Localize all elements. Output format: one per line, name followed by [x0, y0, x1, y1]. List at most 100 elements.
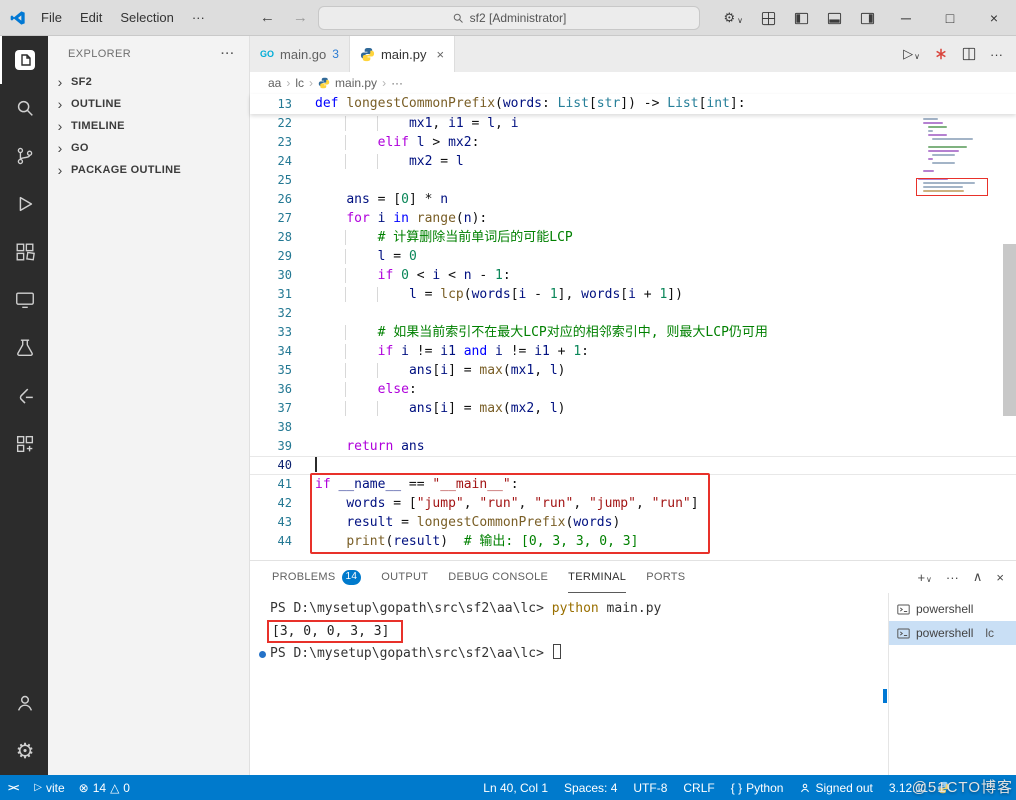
breadcrumb-item[interactable]: main.py	[335, 76, 377, 90]
code-line[interactable]: 30 if 0 < i < n - 1:	[250, 266, 1016, 285]
toggle-secondary-sidebar-button[interactable]	[851, 11, 884, 26]
sidebar-section-outline[interactable]: › OUTLINE	[48, 93, 249, 115]
activity-explorer[interactable]	[0, 36, 48, 84]
new-terminal-button[interactable]: + ∨	[911, 570, 937, 585]
code-token: (	[456, 211, 464, 226]
terminal-line[interactable]: [3, 0, 0, 3, 3]	[270, 619, 888, 644]
problems-status[interactable]: ⊗ 14 △ 0	[72, 775, 137, 800]
split-editor-button[interactable]	[957, 47, 981, 61]
terminal-line[interactable]: PS D:\mysetup\gopath\src\sf2\aa\lc>	[270, 644, 888, 664]
code-line[interactable]: 32	[250, 304, 1016, 323]
code-runner-button[interactable]	[929, 47, 953, 61]
code-line[interactable]: 25	[250, 171, 1016, 190]
menu-more[interactable]: ···	[183, 0, 214, 36]
activity-settings[interactable]: ⚙	[0, 727, 48, 775]
code-line[interactable]: 31 l = lcp(words[i - 1], words[i + 1])	[250, 285, 1016, 304]
code-line[interactable]: 29 l = 0	[250, 247, 1016, 266]
panel-more-button[interactable]: ···	[940, 570, 965, 585]
menu-selection[interactable]: Selection	[111, 0, 182, 36]
more-actions-icon[interactable]: ···	[221, 48, 235, 60]
code-token	[409, 211, 417, 226]
eol-status[interactable]: CRLF	[676, 775, 721, 800]
code-line[interactable]: 34 if i != i1 and i != i1 + 1:	[250, 342, 1016, 361]
activity-account[interactable]	[0, 679, 48, 727]
sticky-scroll-line[interactable]: 13 def longestCommonPrefix(words: List[s…	[250, 94, 1016, 114]
terminal-line[interactable]: PS D:\mysetup\gopath\src\sf2\aa\lc> pyth…	[270, 599, 888, 619]
command-center-search[interactable]: sf2 [Administrator]	[318, 6, 700, 30]
code-line[interactable]: 33 # 如果当前索引不在最大LCP对应的相邻索引中, 则最大LCP仍可用	[250, 323, 1016, 342]
toggle-sidebar-button[interactable]	[785, 11, 818, 26]
back-icon[interactable]: ←	[260, 9, 275, 26]
breadcrumb-item[interactable]: aa	[268, 76, 281, 90]
forward-icon[interactable]: →	[293, 9, 308, 26]
activity-search[interactable]	[0, 84, 48, 132]
code-line[interactable]: 26 ans = [0] * n	[250, 190, 1016, 209]
panel-tab-terminal[interactable]: TERMINAL	[568, 561, 626, 593]
cursor-position-status[interactable]: Ln 40, Col 1	[476, 775, 555, 800]
code-line[interactable]: 23 elif l > mx2:	[250, 133, 1016, 152]
code-line[interactable]: 38	[250, 418, 1016, 437]
indent	[315, 192, 346, 207]
sidebar-section-package-outline[interactable]: › PACKAGE OUTLINE	[48, 159, 249, 181]
terminal-instance-selected[interactable]: powershell lc	[889, 621, 1016, 645]
code-token	[487, 344, 495, 359]
panel-tab-debug-console[interactable]: DEBUG CONSOLE	[448, 561, 548, 593]
tools-dropdown-button[interactable]: ⚙ ∨	[714, 10, 752, 26]
code-line[interactable]: 24 mx2 = l	[250, 152, 1016, 171]
code-area[interactable]: 22 mx1, i1 = l, i23 elif l > mx2:24 mx2 …	[250, 114, 1016, 560]
close-panel-button[interactable]: ×	[990, 570, 1010, 585]
activity-run-debug[interactable]	[0, 180, 48, 228]
panel-tab-label: DEBUG CONSOLE	[448, 561, 548, 593]
breadcrumb-item[interactable]: lc	[295, 76, 304, 90]
code-line[interactable]: 27 for i in range(n):	[250, 209, 1016, 228]
tab-main-go[interactable]: GO main.go 3	[250, 36, 350, 72]
close-window-button[interactable]: ×	[972, 0, 1016, 36]
terminal-instance[interactable]: powershell	[889, 597, 1016, 621]
remote-indicator[interactable]: ><	[0, 775, 27, 800]
command-decoration-dot[interactable]	[259, 651, 266, 658]
activity-source-control[interactable]	[0, 132, 48, 180]
activity-testing[interactable]	[0, 324, 48, 372]
activity-snippets[interactable]	[0, 420, 48, 468]
sidebar-section-sf2[interactable]: › SF2	[48, 71, 249, 93]
panel-tab-ports[interactable]: PORTS	[646, 561, 685, 593]
breadcrumb-item[interactable]: ···	[391, 76, 403, 90]
menu-file[interactable]: File	[32, 0, 71, 36]
terminal-output[interactable]: PS D:\mysetup\gopath\src\sf2\aa\lc> pyth…	[250, 593, 888, 775]
activity-leetcode[interactable]	[0, 372, 48, 420]
code-line[interactable]: 37 ans[i] = max(mx2, l)	[250, 399, 1016, 418]
close-icon[interactable]: ×	[436, 47, 444, 62]
account-status[interactable]: Signed out	[792, 775, 879, 800]
vite-task-status[interactable]: ▷ vite	[27, 775, 71, 800]
code-token: ans	[409, 401, 432, 416]
panel-tab-problems[interactable]: PROBLEMS 14	[272, 561, 361, 593]
editor-scrollbar-thumb[interactable]	[1003, 244, 1016, 416]
activity-extensions[interactable]	[0, 228, 48, 276]
minimap[interactable]	[918, 114, 1002, 194]
maximize-panel-button[interactable]: ∧	[967, 569, 989, 585]
run-python-button[interactable]: ▷ ∨	[898, 46, 925, 62]
indentation-status[interactable]: Spaces: 4	[557, 775, 624, 800]
panel-tab-output[interactable]: OUTPUT	[381, 561, 428, 593]
more-actions-button[interactable]: ···	[985, 47, 1008, 62]
code-line[interactable]: 22 mx1, i1 = l, i	[250, 114, 1016, 133]
customize-layout-button[interactable]	[752, 11, 785, 26]
code-line[interactable]: 36 else:	[250, 380, 1016, 399]
tab-main-py[interactable]: main.py ×	[350, 36, 455, 72]
maximize-button[interactable]: □	[928, 0, 972, 36]
menu-edit[interactable]: Edit	[71, 0, 111, 36]
sidebar-section-go[interactable]: › GO	[48, 137, 249, 159]
tab-bar: GO main.go 3 main.py × ▷ ∨	[250, 36, 1016, 72]
code-line[interactable]: 39 return ans	[250, 437, 1016, 456]
code-line[interactable]: 35 ans[i] = max(mx1, l)	[250, 361, 1016, 380]
workbench: ⚙ EXPLORER ··· › SF2 › OUTLINE › TIMELIN…	[0, 36, 1016, 775]
sidebar-section-timeline[interactable]: › TIMELINE	[48, 115, 249, 137]
play-icon: ▷	[34, 782, 42, 793]
language-mode-status[interactable]: { } Python	[724, 775, 791, 800]
minimize-button[interactable]: ─	[884, 0, 928, 36]
indent	[345, 344, 377, 359]
activity-remote-explorer[interactable]	[0, 276, 48, 324]
encoding-status[interactable]: UTF-8	[626, 775, 674, 800]
code-line[interactable]: 28 # 计算删除当前单词后的可能LCP	[250, 228, 1016, 247]
toggle-panel-button[interactable]	[818, 11, 851, 26]
